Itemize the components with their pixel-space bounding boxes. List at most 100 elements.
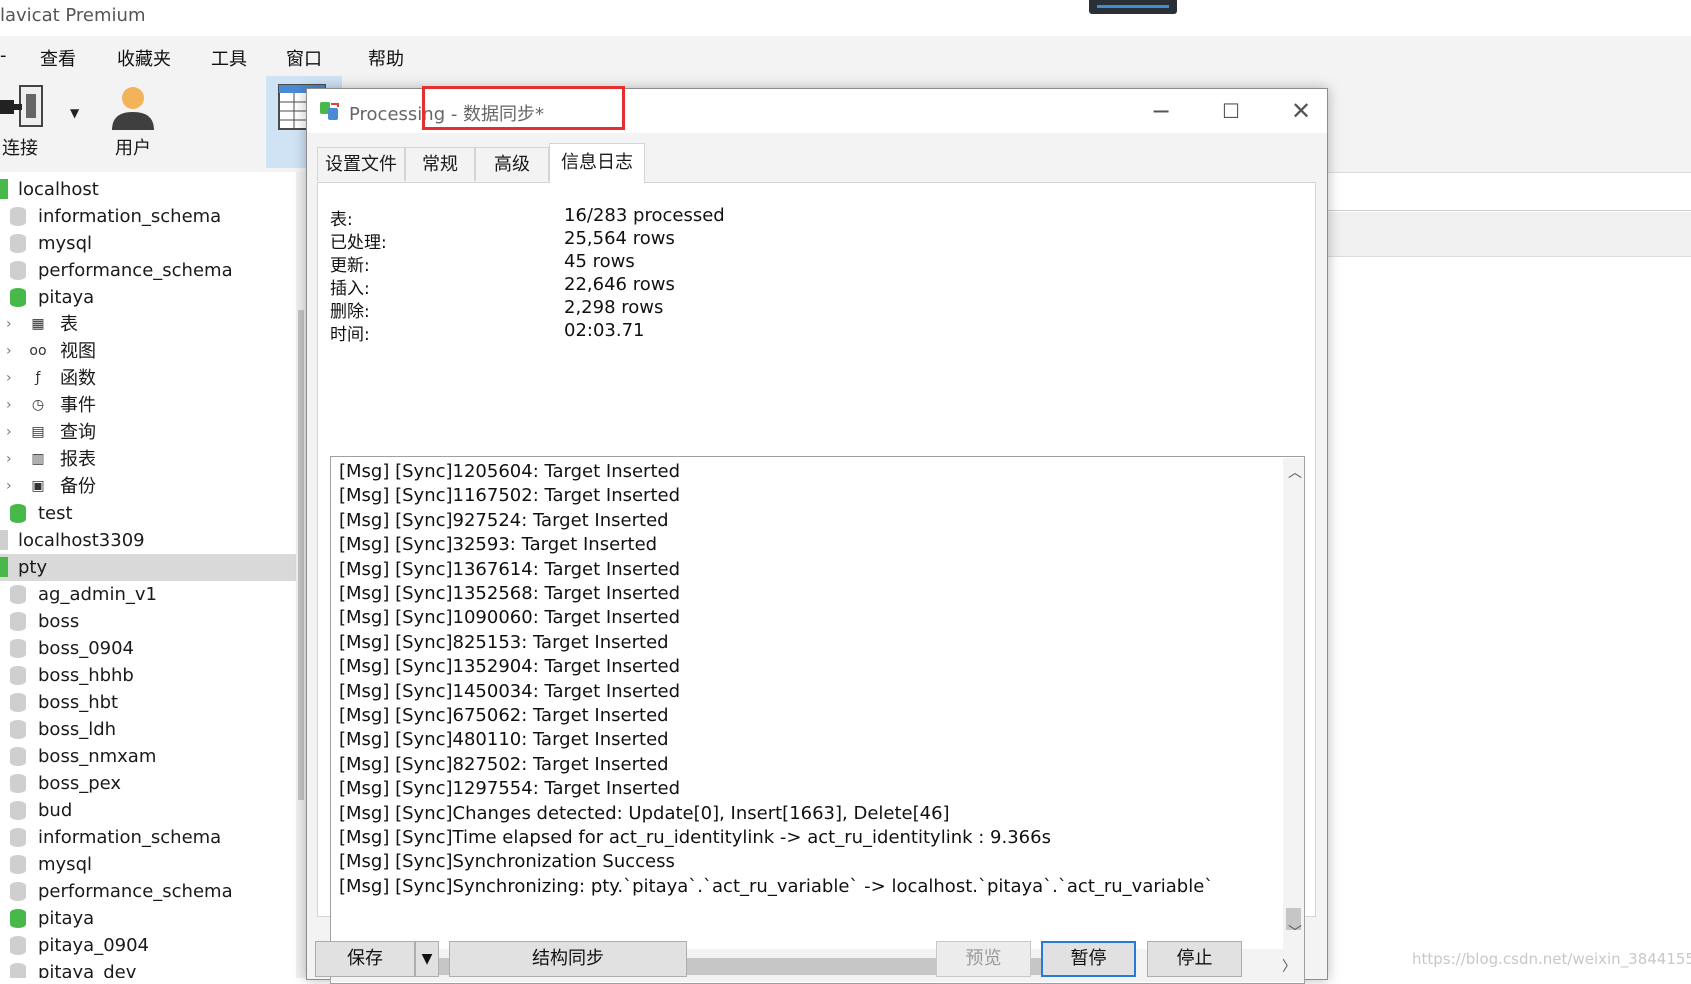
tree-item[interactable]: performance_schema (0, 878, 296, 905)
message-log-panel: 表: 16/283 processed 已处理: 25,564 rows 更新: 45 r… (317, 182, 1316, 984)
tree-item[interactable]: test (0, 500, 296, 527)
menu-favorites[interactable]: 收藏夹 (117, 45, 171, 71)
tree-item[interactable]: › ƒ 函数 (0, 365, 296, 392)
save-dropdown-icon[interactable]: ▼ (415, 941, 439, 977)
server-icon (0, 179, 8, 199)
maximize-icon[interactable]: ☐ (1214, 95, 1248, 127)
database-icon (10, 882, 26, 901)
tree-item[interactable]: boss_hbhb (0, 662, 296, 689)
tab-general[interactable]: 常规 (405, 147, 475, 181)
tree-item[interactable]: › oo 视图 (0, 338, 296, 365)
structure-sync-button[interactable]: 结构同步 (449, 941, 687, 977)
tree-item-label: localhost (18, 179, 99, 200)
database-icon (10, 504, 26, 523)
tree-item-label: boss_hbt (38, 692, 119, 713)
minimize-icon[interactable]: − (1144, 95, 1178, 127)
menu-window[interactable]: 窗口 (286, 45, 322, 71)
tab-message-log[interactable]: 信息日志 (549, 143, 645, 183)
tree-item-label: information_schema (38, 827, 222, 848)
tree-item[interactable]: mysql (0, 230, 296, 257)
menu-overflow[interactable]: ‐ (0, 45, 7, 66)
stat-value: 2,298 rows (564, 297, 664, 318)
tree-item[interactable]: localhost (0, 176, 296, 203)
tree-item-label: boss (38, 611, 80, 632)
tab-advanced[interactable]: 高级 (475, 147, 549, 181)
tree-item[interactable]: pitaya (0, 284, 296, 311)
log-line: [Msg] [Sync]Synchronizing: pty.`pitaya`.… (339, 875, 1214, 897)
tree-item-label: 备份 (60, 476, 96, 497)
tree-item[interactable]: › ▦ 表 (0, 311, 296, 338)
scroll-up-icon[interactable]: ︿ (1288, 462, 1302, 482)
user-label: 用户 (115, 138, 151, 159)
tree-item[interactable]: › ◷ 事件 (0, 392, 296, 419)
tree-item[interactable]: boss (0, 608, 296, 635)
expand-chevron-icon[interactable]: › (6, 419, 12, 446)
database-icon (10, 720, 26, 739)
connect-dropdown-icon[interactable]: ▼ (70, 106, 79, 120)
tree-item[interactable]: boss_pex (0, 770, 296, 797)
stat-value: 02:03.71 (564, 320, 645, 341)
tree-item[interactable]: mysql (0, 851, 296, 878)
stat-label: 删除: (330, 302, 370, 322)
tree-item[interactable]: bud (0, 797, 296, 824)
stop-button[interactable]: 停止 (1147, 941, 1242, 977)
tree-item[interactable]: information_schema (0, 203, 296, 230)
stat-value: 22,646 rows (564, 274, 675, 295)
taskbar-indicator (1089, 0, 1177, 14)
tree-item[interactable]: › ▣ 备份 (0, 473, 296, 500)
expand-chevron-icon[interactable]: › (6, 311, 12, 338)
tab-profile[interactable]: 设置文件 (317, 147, 405, 181)
menu-help[interactable]: 帮助 (368, 45, 404, 71)
scroll-right-icon[interactable]: 〉 (1282, 956, 1296, 976)
database-icon (10, 288, 26, 307)
tree-item[interactable]: pitaya_dev (0, 959, 296, 978)
backup-icon: ▣ (31, 478, 45, 494)
tree-item[interactable]: pitaya_0904 (0, 932, 296, 959)
database-icon (10, 855, 26, 874)
tree-item[interactable]: ag_admin_v1 (0, 581, 296, 608)
tree-item[interactable]: › ▥ 报表 (0, 446, 296, 473)
preview-button[interactable]: 预览 (936, 941, 1031, 977)
log-vertical-scrollbar[interactable]: ︿ ﹀ (1283, 458, 1304, 949)
tree-item[interactable]: boss_nmxam (0, 743, 296, 770)
menu-tools[interactable]: 工具 (211, 45, 247, 71)
log-list[interactable]: [Msg] [Sync]1205604: Target Inserted [Msg… (330, 456, 1305, 984)
expand-chevron-icon[interactable]: › (6, 392, 12, 419)
tree-item-label: performance_schema (38, 260, 233, 281)
expand-chevron-icon[interactable]: › (6, 473, 12, 500)
tree-item[interactable]: boss_ldh (0, 716, 296, 743)
tree-item[interactable]: boss_0904 (0, 635, 296, 662)
tree-item[interactable]: pitaya (0, 905, 296, 932)
expand-chevron-icon[interactable]: › (6, 446, 12, 473)
sidebar-scroll-thumb[interactable] (298, 310, 304, 800)
log-line: [Msg] [Sync]1090060: Target Inserted (339, 607, 681, 629)
close-icon[interactable]: ✕ (1284, 95, 1318, 127)
user-icon (112, 87, 154, 130)
tree-item[interactable]: localhost3309 (0, 527, 296, 554)
tree-item[interactable]: pty (0, 554, 296, 581)
database-icon (10, 747, 26, 766)
pause-button[interactable]: 暂停 (1041, 941, 1136, 977)
database-icon (10, 693, 26, 712)
scroll-down-icon[interactable]: ﹀ (1288, 922, 1302, 942)
connect-label: 连接 (2, 138, 38, 159)
expand-chevron-icon[interactable]: › (6, 338, 12, 365)
database-icon (10, 963, 26, 978)
tree-item-label: pitaya (38, 908, 95, 929)
tree-item[interactable]: boss_hbt (0, 689, 296, 716)
database-icon (10, 585, 26, 604)
expand-chevron-icon[interactable]: › (6, 365, 12, 392)
user-button[interactable]: 用户 (100, 76, 166, 168)
tree-item-label: mysql (38, 233, 92, 254)
tree-item[interactable]: information_schema (0, 824, 296, 851)
dialog-titlebar[interactable]: Processing - 数据同步* − ☐ ✕ (307, 86, 1327, 133)
server-icon (0, 530, 8, 550)
tree-item[interactable]: › ▤ 查询 (0, 419, 296, 446)
database-icon (10, 639, 26, 658)
save-button[interactable]: 保存 (315, 941, 415, 977)
connect-button[interactable]: ▼ 连接 (0, 76, 86, 168)
log-line: [Msg] [Sync]Changes detected: Update[0],… (339, 802, 950, 824)
tree-item[interactable]: performance_schema (0, 257, 296, 284)
tree-item-label: bud (38, 800, 73, 821)
menu-view[interactable]: 查看 (40, 45, 76, 71)
